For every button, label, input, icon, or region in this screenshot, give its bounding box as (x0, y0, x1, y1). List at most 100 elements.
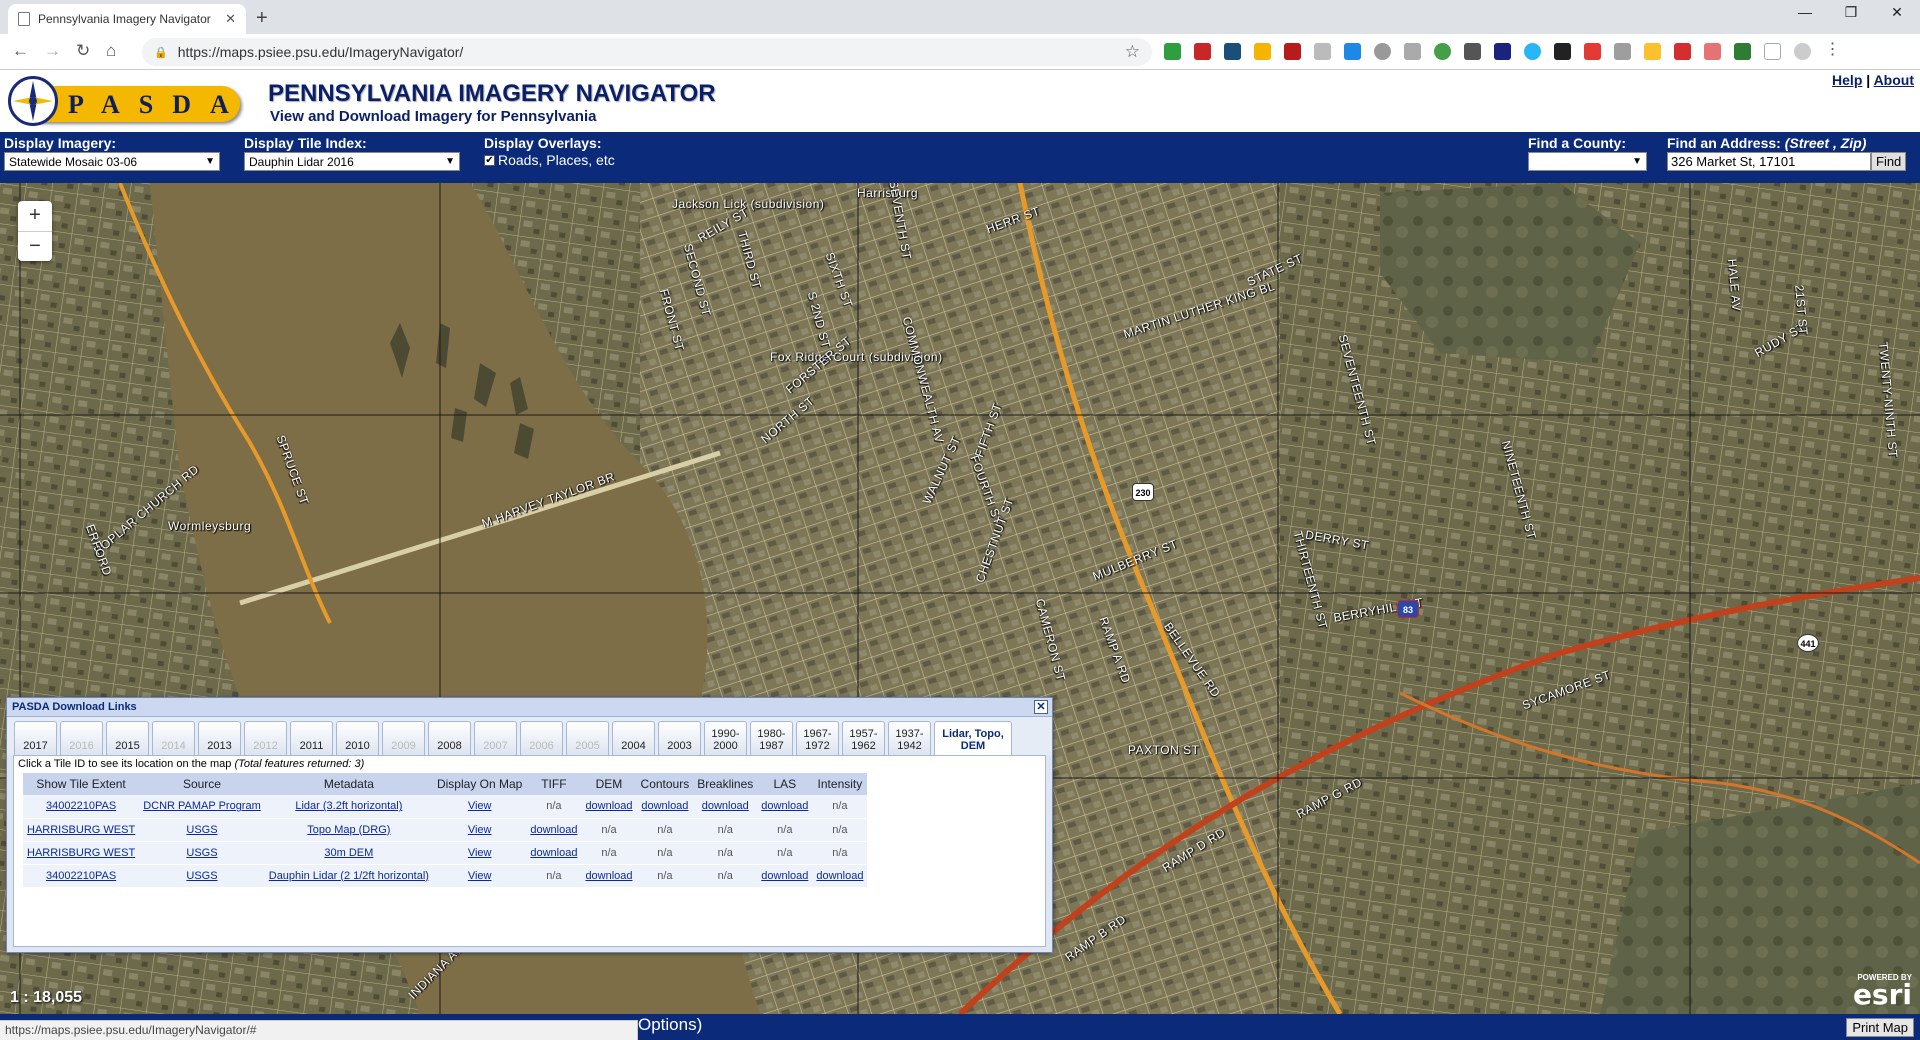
year-tab[interactable]: 1980-1987 (750, 721, 793, 755)
browser-tab[interactable]: Pennsylvania Imagery Navigator ✕ (8, 4, 246, 34)
zoom-in-button[interactable]: + (18, 201, 52, 231)
table-cell: HARRISBURG WEST (23, 818, 140, 842)
table-link[interactable]: DCNR PAMAP Program (143, 800, 261, 812)
year-tab[interactable]: 2013 (198, 721, 241, 755)
address-bar[interactable]: 🔒 https://maps.psiee.psu.edu/ImageryNavi… (142, 38, 1152, 66)
year-tab[interactable]: Lidar, Topo, DEM (934, 721, 1012, 755)
extension-icon[interactable] (1494, 43, 1511, 60)
extension-icon[interactable] (1374, 43, 1391, 60)
download-link[interactable]: download (530, 824, 577, 836)
year-tab[interactable]: 1957-1962 (842, 721, 885, 755)
download-link[interactable]: download (761, 870, 808, 882)
home-icon[interactable]: ⌂ (106, 41, 116, 61)
extension-icon[interactable] (1314, 43, 1331, 60)
view-link[interactable]: View (468, 847, 492, 859)
table-link[interactable]: USGS (186, 847, 217, 859)
back-icon[interactable]: ← (12, 41, 29, 61)
restore-icon[interactable]: ❐ (1828, 4, 1874, 21)
table-link[interactable]: 30m DEM (324, 847, 373, 859)
minimize-icon[interactable]: — (1782, 4, 1828, 20)
extension-icon[interactable] (1164, 43, 1181, 60)
year-tab[interactable]: 1937-1942 (888, 721, 931, 755)
tile-id-link[interactable]: 34002210PAS (46, 800, 116, 812)
table-link[interactable]: USGS (186, 824, 217, 836)
table-link[interactable]: Dauphin Lidar (2 1/2ft horizontal) (269, 870, 429, 882)
tile-index-select[interactable]: Dauphin Lidar 2016 ▼ (244, 152, 460, 171)
year-tab[interactable]: 2011 (290, 721, 333, 755)
find-button[interactable]: Find (1871, 152, 1907, 171)
download-link[interactable]: download (761, 800, 808, 812)
view-link[interactable]: View (468, 800, 492, 812)
extension-icon[interactable] (1404, 43, 1421, 60)
extension-icon[interactable] (1344, 43, 1361, 60)
display-imagery-select[interactable]: Statewide Mosaic 03-06 ▼ (4, 152, 220, 171)
extension-icon[interactable] (1194, 43, 1211, 60)
menu-icon[interactable]: ⋮ (1824, 42, 1841, 60)
year-tab[interactable]: 2010 (336, 721, 379, 755)
overlays-checkbox[interactable]: ✔ (484, 154, 495, 166)
download-link[interactable]: download (585, 870, 632, 882)
forward-icon[interactable]: → (44, 41, 61, 61)
year-tab: 2014 (152, 721, 195, 755)
year-tab: 2009 (382, 721, 425, 755)
download-link[interactable]: download (585, 800, 632, 812)
year-tab: 2007 (474, 721, 517, 755)
download-link[interactable]: download (641, 800, 688, 812)
download-link[interactable]: download (702, 800, 749, 812)
county-select[interactable]: ▼ (1528, 152, 1647, 171)
reload-icon[interactable]: ↻ (76, 41, 90, 61)
tile-id-link[interactable]: HARRISBURG WEST (27, 847, 135, 859)
year-tab[interactable]: 2008 (428, 721, 471, 755)
tile-id-link[interactable]: 34002210PAS (46, 870, 116, 882)
new-tab-icon[interactable]: + (256, 7, 268, 30)
close-window-icon[interactable]: ✕ (1874, 4, 1920, 21)
view-link[interactable]: View (468, 824, 492, 836)
close-tab-icon[interactable]: ✕ (225, 11, 236, 27)
tile-id-link[interactable]: HARRISBURG WEST (27, 824, 135, 836)
cast-icon[interactable] (1764, 43, 1781, 60)
map-view[interactable]: + − Harrisburg Jackson Lick (subdivision… (0, 183, 1920, 1014)
help-link[interactable]: Help (1832, 72, 1862, 88)
year-tab[interactable]: 2017 (14, 721, 57, 755)
year-tab[interactable]: 2015 (106, 721, 149, 755)
extension-icon[interactable] (1464, 43, 1481, 60)
extension-icon[interactable] (1434, 43, 1451, 60)
extension-icon[interactable] (1284, 43, 1301, 60)
zoom-out-button[interactable]: − (18, 231, 52, 261)
bookmark-star-icon[interactable]: ☆ (1125, 42, 1140, 62)
address-input[interactable]: 326 Market St, 17101 (1667, 152, 1871, 171)
extension-icon[interactable] (1704, 43, 1721, 60)
column-header: Show Tile Extent (23, 773, 140, 795)
extension-icon[interactable] (1224, 43, 1241, 60)
extension-icon[interactable] (1554, 43, 1571, 60)
extension-icon[interactable] (1614, 43, 1631, 60)
extension-icon[interactable] (1644, 43, 1661, 60)
download-link[interactable]: download (816, 870, 863, 882)
extension-icon[interactable] (1254, 43, 1271, 60)
table-cell: USGS (139, 841, 265, 865)
table-link[interactable]: Topo Map (DRG) (307, 824, 390, 836)
profile-icon[interactable] (1794, 43, 1811, 60)
table-link[interactable]: USGS (186, 870, 217, 882)
extension-icon[interactable] (1524, 43, 1541, 60)
table-link[interactable]: Lidar (3.2ft horizontal) (295, 800, 402, 812)
column-header: Breaklines (693, 773, 758, 795)
year-tab[interactable]: 2003 (658, 721, 701, 755)
year-tab[interactable]: 1967-1972 (796, 721, 839, 755)
table-cell: View (432, 841, 527, 865)
download-link[interactable]: download (530, 847, 577, 859)
extension-icon[interactable] (1674, 43, 1691, 60)
url-text[interactable]: https://maps.psiee.psu.edu/ImageryNaviga… (178, 44, 1115, 60)
about-link[interactable]: About (1874, 72, 1914, 88)
options-link[interactable]: Options) (638, 1015, 702, 1035)
pasda-logo[interactable]: PASDA (8, 76, 240, 126)
extension-icon[interactable] (1734, 43, 1751, 60)
year-tab[interactable]: 2004 (612, 721, 655, 755)
print-map-button[interactable]: Print Map (1846, 1018, 1914, 1037)
year-tab[interactable]: 1990-2000 (704, 721, 747, 755)
esri-logo[interactable]: POWERED BY esri (1853, 973, 1912, 1009)
close-icon[interactable]: ✕ (1034, 700, 1048, 714)
extension-icon[interactable] (1584, 43, 1601, 60)
tab-title: Pennsylvania Imagery Navigator (38, 12, 211, 26)
view-link[interactable]: View (468, 870, 492, 882)
